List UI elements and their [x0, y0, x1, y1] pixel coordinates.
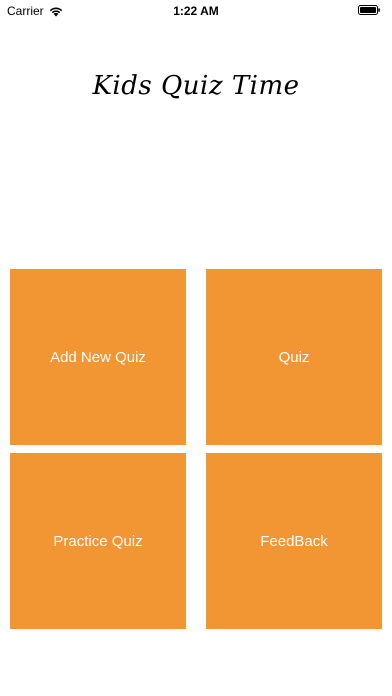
app-title: Kids Quiz Time — [92, 71, 300, 101]
feedback-button[interactable]: FeedBack — [206, 453, 382, 629]
status-bar: Carrier 1:22 AM — [0, 0, 392, 20]
add-new-quiz-button[interactable]: Add New Quiz — [10, 269, 186, 445]
quiz-button[interactable]: Quiz — [206, 269, 382, 445]
quiz-label: Quiz — [278, 348, 310, 366]
add-new-quiz-label: Add New Quiz — [50, 348, 146, 366]
practice-quiz-button[interactable]: Practice Quiz — [10, 453, 186, 629]
practice-quiz-label: Practice Quiz — [53, 532, 143, 550]
battery-icon — [358, 5, 380, 15]
feedback-label: FeedBack — [260, 532, 328, 550]
status-time: 1:22 AM — [173, 4, 219, 18]
